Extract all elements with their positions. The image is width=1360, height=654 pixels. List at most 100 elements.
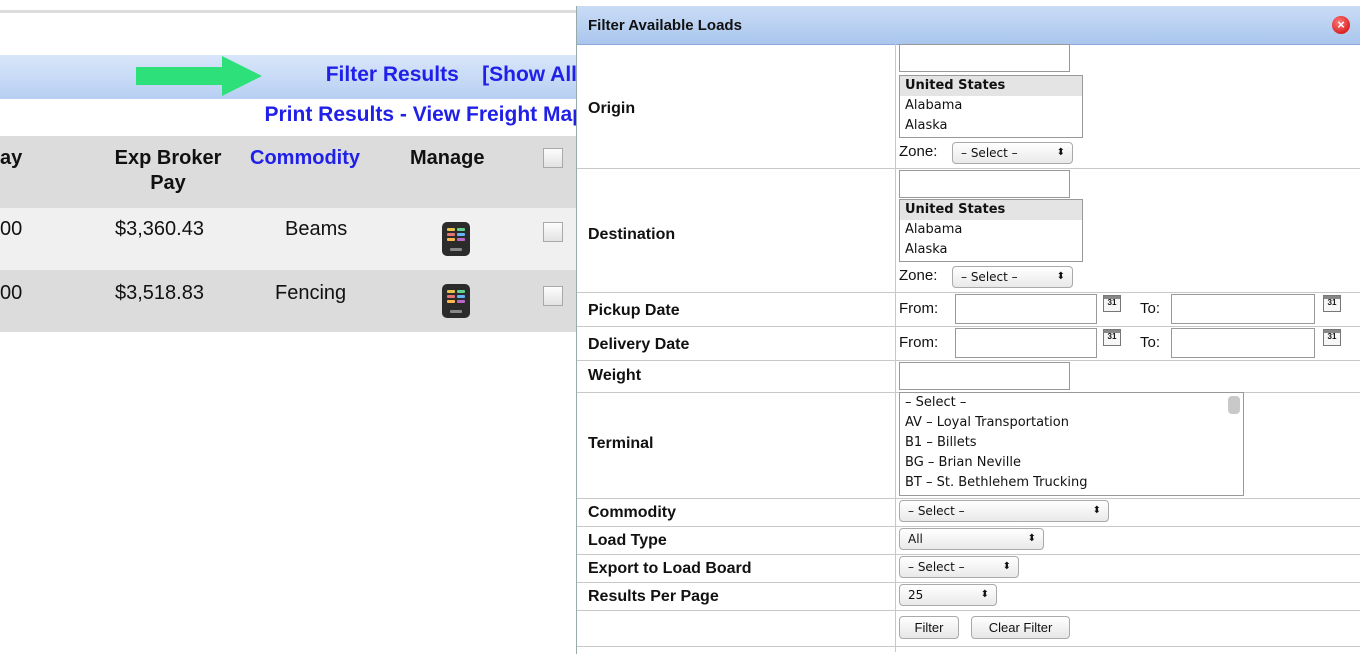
results-per-page-select[interactable]: 25 ⬍ bbox=[899, 584, 997, 606]
destination-state-list[interactable]: United States Alabama Alaska bbox=[899, 199, 1083, 262]
list-item[interactable]: B1 – Billets bbox=[900, 433, 1243, 453]
origin-state-list[interactable]: United States Alabama Alaska bbox=[899, 75, 1083, 138]
view-freight-map-link[interactable]: View Freight Map bbox=[413, 103, 585, 126]
load-type-label: Load Type bbox=[588, 532, 667, 549]
commodity-label: Commodity bbox=[588, 504, 676, 521]
pickup-to-input[interactable] bbox=[1171, 294, 1315, 324]
header-manage: Manage bbox=[410, 147, 485, 169]
list-item[interactable]: BT – St. Bethlehem Trucking bbox=[900, 473, 1243, 493]
filter-dialog: Filter Available Loads × Origin United S… bbox=[576, 6, 1360, 654]
pickup-from-label: From: bbox=[899, 300, 939, 317]
header-exp-broker-pay: Exp Broker Pay bbox=[114, 147, 222, 194]
commodity-select[interactable]: – Select – ⬍ bbox=[899, 500, 1109, 522]
list-item[interactable]: – Select – bbox=[900, 393, 1243, 413]
destination-row: Destination United States Alabama Alaska… bbox=[577, 168, 1360, 293]
calendar-icon[interactable]: 31 bbox=[1323, 329, 1341, 346]
terminal-row: Terminal – Select – AV – Loyal Transport… bbox=[577, 392, 1360, 499]
load-type-select[interactable]: All ⬍ bbox=[899, 528, 1044, 550]
calendar-icon[interactable]: 31 bbox=[1323, 295, 1341, 312]
list-item[interactable]: Alaska bbox=[900, 240, 1082, 260]
terminal-label: Terminal bbox=[588, 435, 654, 452]
destination-zone-select[interactable]: – Select – ⬍ bbox=[952, 266, 1073, 288]
select-all-checkbox[interactable] bbox=[543, 148, 563, 168]
dropdown-arrow-icon: ⬍ bbox=[1002, 561, 1011, 572]
row-checkbox[interactable] bbox=[543, 222, 563, 242]
delivery-from-input[interactable] bbox=[955, 328, 1097, 358]
commodity-row: Commodity – Select – ⬍ bbox=[577, 498, 1360, 527]
export-label: Export to Load Board bbox=[588, 560, 752, 577]
print-row: Print Results - View Freight Map bbox=[0, 103, 585, 127]
weight-label: Weight bbox=[588, 367, 642, 384]
dropdown-arrow-icon: ⬍ bbox=[1056, 271, 1065, 282]
dropdown-arrow-icon: ⬍ bbox=[1027, 533, 1036, 544]
delivery-from-label: From: bbox=[899, 334, 939, 351]
list-item[interactable]: Alabama bbox=[900, 96, 1082, 116]
pickup-date-row: Pickup Date From: 31 To: 31 bbox=[577, 292, 1360, 327]
origin-row: Origin United States Alabama Alaska Zone… bbox=[577, 44, 1360, 169]
dropdown-arrow-icon: ⬍ bbox=[1056, 147, 1065, 158]
results-per-page-row: Results Per Page 25 ⬍ bbox=[577, 582, 1360, 611]
export-select[interactable]: – Select – ⬍ bbox=[899, 556, 1019, 578]
list-item[interactable]: Alabama bbox=[900, 220, 1082, 240]
dialog-titlebar: Filter Available Loads × bbox=[577, 6, 1360, 45]
show-all-link[interactable]: [Show All] bbox=[482, 63, 584, 86]
delivery-to-input[interactable] bbox=[1171, 328, 1315, 358]
row-pay: 00 bbox=[0, 218, 23, 240]
destination-input[interactable] bbox=[899, 170, 1070, 198]
list-item[interactable]: BG – Brian Neville bbox=[900, 453, 1243, 473]
filter-bar: Filter Results [Show All] bbox=[0, 55, 590, 99]
weight-row: Weight bbox=[577, 360, 1360, 393]
column-divider bbox=[895, 44, 896, 652]
row-commodity: Fencing bbox=[275, 282, 347, 304]
buttons-row: Filter Clear Filter bbox=[577, 610, 1360, 647]
load-type-row: Load Type All ⬍ bbox=[577, 526, 1360, 555]
clear-filter-button[interactable]: Clear Filter bbox=[971, 616, 1070, 639]
dropdown-arrow-icon: ⬍ bbox=[1092, 505, 1101, 516]
terminal-list[interactable]: – Select – AV – Loyal Transportation B1 … bbox=[899, 392, 1244, 496]
manage-icon[interactable] bbox=[442, 284, 470, 318]
close-icon[interactable]: × bbox=[1332, 16, 1350, 34]
filter-links: Filter Results [Show All] bbox=[326, 63, 584, 87]
list-item[interactable]: Alaska bbox=[900, 116, 1082, 136]
origin-input[interactable] bbox=[899, 44, 1070, 72]
table-row: 00 $3,360.43 Beams bbox=[0, 208, 590, 270]
scrollbar-thumb[interactable] bbox=[1228, 396, 1240, 414]
pickup-from-input[interactable] bbox=[955, 294, 1097, 324]
header-pay-fragment: ay bbox=[0, 147, 23, 169]
delivery-date-row: Delivery Date From: 31 To: 31 bbox=[577, 326, 1360, 361]
row-exp-broker-pay: $3,518.83 bbox=[115, 282, 204, 304]
dialog-title: Filter Available Loads bbox=[588, 17, 742, 34]
row-checkbox[interactable] bbox=[543, 286, 563, 306]
destination-label: Destination bbox=[588, 226, 676, 243]
print-results-link[interactable]: Print Results bbox=[264, 103, 394, 126]
export-row: Export to Load Board – Select – ⬍ bbox=[577, 554, 1360, 583]
manage-icon[interactable] bbox=[442, 222, 470, 256]
header-commodity-sort-link[interactable]: Commodity bbox=[250, 146, 360, 171]
green-arrow-icon bbox=[136, 56, 262, 96]
filter-results-link[interactable]: Filter Results bbox=[326, 63, 459, 86]
pickup-date-label: Pickup Date bbox=[588, 302, 680, 319]
table-header: ay Exp Broker Pay Commodity Manage bbox=[0, 136, 590, 208]
origin-zone-label: Zone: bbox=[899, 143, 938, 160]
dropdown-arrow-icon: ⬍ bbox=[980, 589, 989, 600]
row-commodity: Beams bbox=[285, 218, 348, 240]
results-table: ay Exp Broker Pay Commodity Manage 00 $3… bbox=[0, 136, 590, 332]
results-per-page-label: Results Per Page bbox=[588, 588, 719, 605]
pickup-to-label: To: bbox=[1140, 300, 1161, 317]
weight-input[interactable] bbox=[899, 362, 1070, 390]
delivery-to-label: To: bbox=[1140, 334, 1161, 351]
delivery-date-label: Delivery Date bbox=[588, 336, 690, 353]
origin-zone-select[interactable]: – Select – ⬍ bbox=[952, 142, 1073, 164]
list-item[interactable]: United States bbox=[900, 76, 1082, 96]
link-separator: - bbox=[394, 103, 413, 126]
calendar-icon[interactable]: 31 bbox=[1103, 295, 1121, 312]
filter-button[interactable]: Filter bbox=[899, 616, 959, 639]
list-item[interactable]: United States bbox=[900, 200, 1082, 220]
row-pay: 00 bbox=[0, 282, 23, 304]
table-row: 00 $3,518.83 Fencing bbox=[0, 270, 590, 332]
row-exp-broker-pay: $3,360.43 bbox=[115, 218, 204, 240]
list-item[interactable]: AV – Loyal Transportation bbox=[900, 413, 1243, 433]
origin-label: Origin bbox=[588, 100, 636, 117]
calendar-icon[interactable]: 31 bbox=[1103, 329, 1121, 346]
destination-zone-label: Zone: bbox=[899, 267, 938, 284]
